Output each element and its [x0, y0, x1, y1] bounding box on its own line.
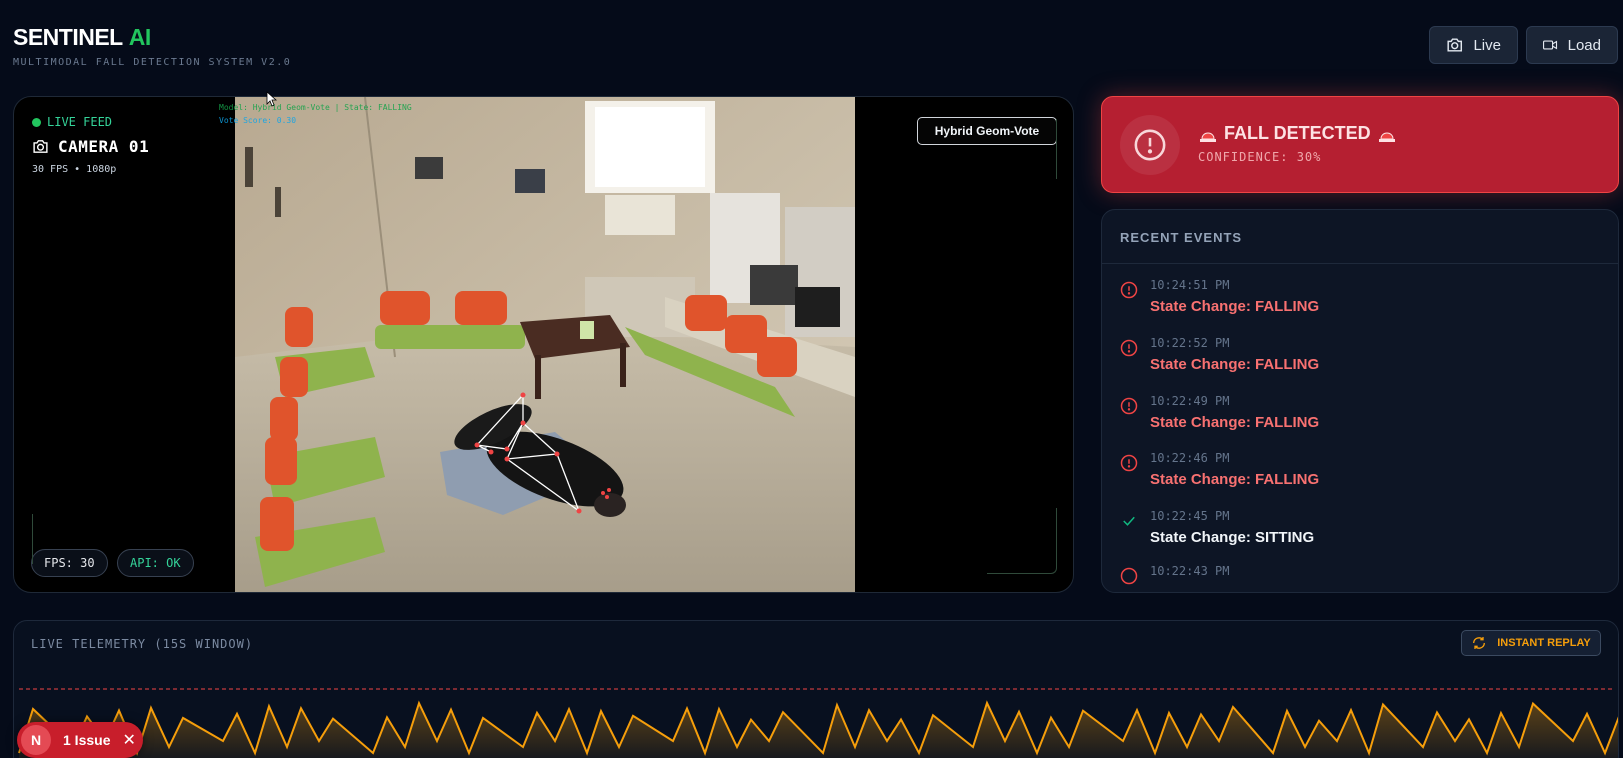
- event-item[interactable]: 10:22:52 PM State Change: FALLING: [1120, 328, 1600, 378]
- event-label: State Change: SITTING: [1150, 529, 1315, 546]
- event-time: 10:24:51 PM: [1150, 278, 1230, 292]
- telemetry-chart: [18, 688, 1618, 758]
- alert-title-text: FALL DETECTED: [1224, 123, 1371, 143]
- issue-initial: N: [21, 725, 51, 755]
- camera-title: CAMERA 01: [32, 137, 149, 156]
- event-time: 10:22:46 PM: [1150, 451, 1230, 465]
- telemetry-title: LIVE TELEMETRY (15S WINDOW): [31, 637, 254, 651]
- frame-corner: [1041, 119, 1057, 179]
- live-feed-label: LIVE FEED: [47, 115, 113, 129]
- camera-name: CAMERA 01: [58, 137, 150, 156]
- instant-replay-label: INSTANT REPLAY: [1497, 637, 1591, 649]
- event-label: State Change: FALLING: [1150, 414, 1320, 431]
- model-badge: Hybrid Geom-Vote: [917, 117, 1057, 145]
- fall-alert-card: FALL DETECTED CONFIDENCE: 30%: [1101, 96, 1619, 193]
- api-status-pill: API: OK: [117, 549, 194, 577]
- check-icon: [1123, 516, 1135, 526]
- alert-confidence: CONFIDENCE: 30%: [1198, 150, 1322, 164]
- event-item[interactable]: 10:22:43 PM: [1120, 556, 1600, 592]
- event-item[interactable]: 10:22:49 PM State Change: FALLING: [1120, 386, 1600, 436]
- brand-name: SENTINEL: [13, 24, 123, 50]
- event-time: 10:22:49 PM: [1150, 394, 1230, 408]
- event-time: 10:22:45 PM: [1150, 509, 1230, 523]
- event-label: State Change: FALLING: [1150, 356, 1320, 373]
- model-state-overlay: Model: Hybrid Geom-Vote | State: FALLING: [219, 103, 412, 112]
- brand-subtitle: MULTIMODAL FALL DETECTION SYSTEM V2.0: [13, 57, 292, 68]
- load-button-label: Load: [1567, 36, 1601, 54]
- frame-corner: [32, 514, 42, 564]
- video-feed-panel: Model: Hybrid Geom-Vote | State: FALLING…: [13, 96, 1074, 593]
- camera-meta: 30 FPS • 1080p: [32, 164, 117, 175]
- frame-corner: [987, 508, 1057, 574]
- event-time: 10:22:43 PM: [1150, 564, 1230, 578]
- brand: SENTINEL AI MULTIMODAL FALL DETECTION SY…: [13, 24, 291, 68]
- event-label: State Change: FALLING: [1150, 471, 1320, 488]
- mouse-cursor-icon: [266, 91, 278, 107]
- live-dot-icon: [32, 117, 41, 127]
- event-label: State Change: FALLING: [1150, 298, 1320, 315]
- brand-accent: AI: [128, 24, 152, 50]
- close-icon[interactable]: ✕: [122, 730, 135, 750]
- alert-circle-icon: [1120, 281, 1138, 299]
- alert-circle-icon: [1134, 129, 1166, 161]
- camera-frame: [235, 97, 855, 592]
- alert-icon-wrap: [1120, 115, 1180, 175]
- telemetry-panel: LIVE TELEMETRY (15S WINDOW) INSTANT REPL…: [13, 620, 1619, 758]
- live-button-label: Live: [1473, 36, 1501, 54]
- alert-circle-icon: [1120, 339, 1138, 357]
- alert-circle-icon: [1120, 567, 1138, 585]
- event-item[interactable]: 10:24:51 PM State Change: FALLING: [1120, 270, 1600, 320]
- load-button[interactable]: Load: [1526, 26, 1618, 64]
- live-feed-indicator: LIVE FEED: [32, 115, 112, 129]
- alert-circle-icon: [1120, 397, 1138, 415]
- camera-icon: [33, 140, 48, 153]
- event-time: 10:22:52 PM: [1150, 336, 1230, 350]
- vote-score-overlay: Vote Score: 0.30: [219, 116, 297, 125]
- event-item[interactable]: 10:22:45 PM State Change: SITTING: [1120, 501, 1600, 551]
- issue-badge[interactable]: N 1 Issue ✕: [17, 722, 143, 758]
- video-icon: [1543, 40, 1558, 50]
- refresh-icon: [1473, 637, 1486, 649]
- issue-label: 1 Issue: [63, 732, 111, 748]
- recent-events-panel: RECENT EVENTS 10:24:51 PM State Change: …: [1101, 209, 1619, 593]
- camera-icon: [1447, 38, 1463, 52]
- alert-circle-icon: [1120, 454, 1138, 472]
- recent-events-heading: RECENT EVENTS: [1102, 210, 1618, 264]
- siren-icon: [1378, 132, 1395, 142]
- fps-pill: FPS: 30: [31, 549, 108, 577]
- event-item[interactable]: 10:22:46 PM State Change: FALLING: [1120, 443, 1600, 493]
- alert-title: FALL DETECTED: [1198, 123, 1397, 144]
- brand-title: SENTINEL AI: [13, 24, 291, 51]
- instant-replay-button[interactable]: INSTANT REPLAY: [1461, 630, 1601, 656]
- siren-icon: [1200, 132, 1216, 142]
- live-button[interactable]: Live: [1429, 26, 1518, 64]
